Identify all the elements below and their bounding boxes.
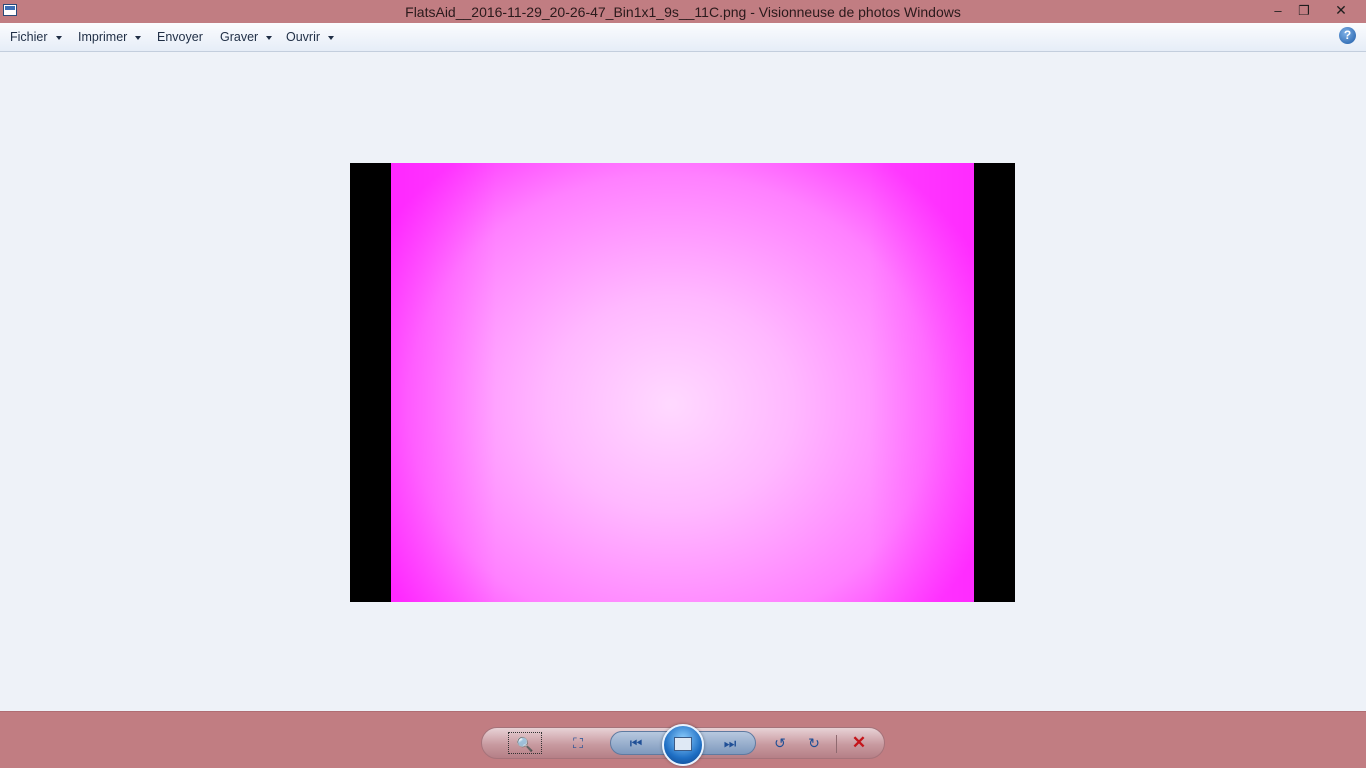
rotate-left-icon: ↺: [774, 735, 786, 751]
chevron-down-icon: [266, 35, 273, 40]
next-icon: ⏭: [723, 735, 737, 751]
zoom-icon: 🔍: [516, 736, 534, 752]
restore-button[interactable]: ❐: [1290, 0, 1318, 21]
previous-button[interactable]: ⏮: [622, 732, 650, 754]
displayed-image: [391, 163, 974, 602]
menu-imprimer[interactable]: Imprimer: [78, 30, 142, 44]
rotate-left-button[interactable]: ↺: [766, 732, 794, 754]
menu-graver-label: Graver: [220, 30, 259, 44]
minimize-button[interactable]: –: [1264, 0, 1292, 21]
menu-imprimer-label: Imprimer: [78, 30, 128, 44]
menu-ouvrir[interactable]: Ouvrir: [286, 30, 335, 44]
delete-button[interactable]: ✕: [845, 732, 873, 754]
help-icon[interactable]: ?: [1339, 27, 1356, 44]
divider: [836, 735, 837, 753]
menu-fichier-label: Fichier: [10, 30, 48, 44]
fit-window-icon: ⛶: [573, 735, 583, 751]
chevron-down-icon: [55, 35, 62, 40]
window-title: FlatsAid__2016-11-29_20-26-47_Bin1x1_9s_…: [405, 4, 961, 20]
zoom-button[interactable]: 🔍: [508, 732, 542, 754]
delete-icon: ✕: [851, 733, 867, 752]
next-button[interactable]: ⏭: [716, 732, 744, 754]
photo-frame: [350, 163, 1015, 602]
menu-graver[interactable]: Graver: [220, 30, 273, 44]
slideshow-icon: [674, 737, 692, 751]
menu-envoyer-label: Envoyer: [157, 30, 203, 44]
rotate-right-button[interactable]: ↻: [800, 732, 828, 754]
menu-envoyer[interactable]: Envoyer: [157, 30, 203, 44]
slideshow-button[interactable]: [662, 724, 704, 766]
chevron-down-icon: [135, 35, 142, 40]
actual-size-button[interactable]: ⛶: [564, 732, 592, 754]
control-pill: 🔍 ⛶ ⏮ ⏭ ↺ ↻ ✕: [481, 724, 885, 766]
control-bar: 🔍 ⛶ ⏮ ⏭ ↺ ↻ ✕: [0, 711, 1366, 768]
menu-fichier[interactable]: Fichier: [10, 30, 62, 44]
menu-bar: [0, 23, 1366, 52]
rotate-right-icon: ↻: [808, 735, 820, 751]
title-bar: FlatsAid__2016-11-29_20-26-47_Bin1x1_9s_…: [0, 0, 1366, 23]
previous-icon: ⏮: [629, 735, 643, 751]
menu-ouvrir-label: Ouvrir: [286, 30, 321, 44]
chevron-down-icon: [328, 35, 335, 40]
close-button[interactable]: ✕: [1326, 0, 1356, 21]
